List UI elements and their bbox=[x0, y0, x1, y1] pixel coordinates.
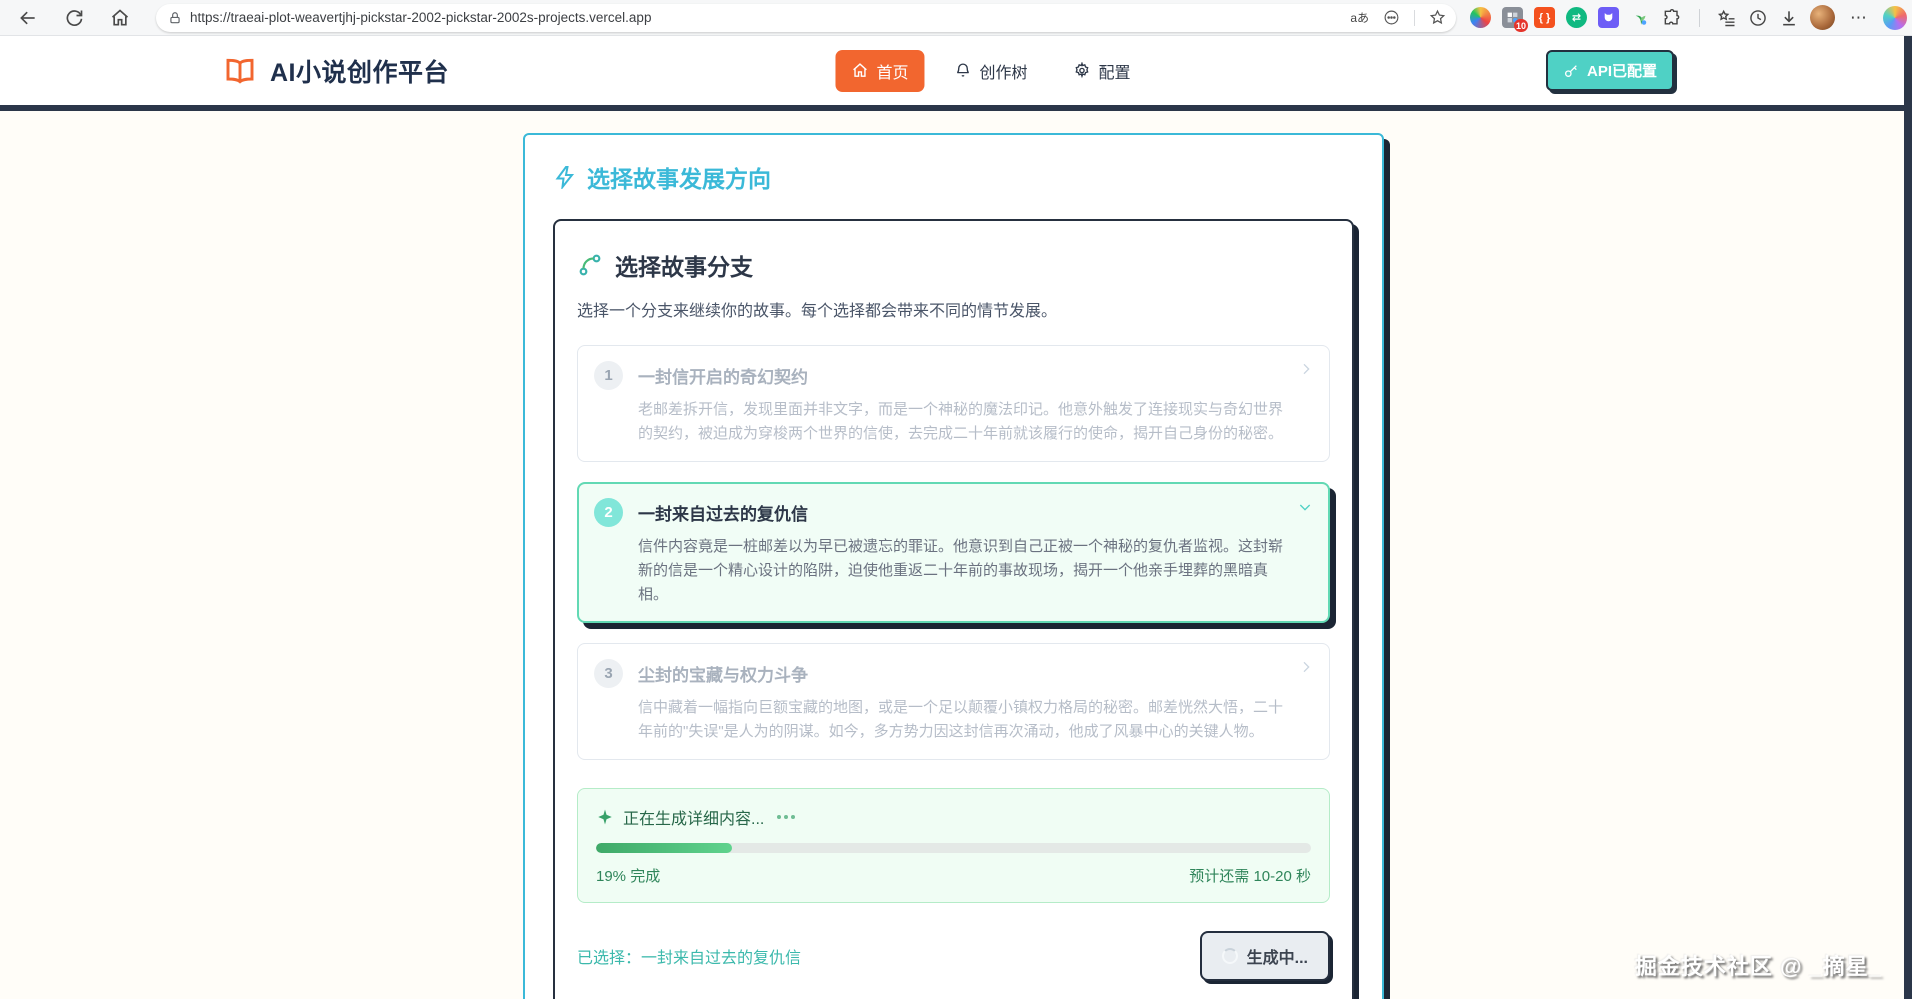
card-footer: 已选择：一封来自过去的复仇信 生成中... bbox=[577, 931, 1330, 981]
chevron-right-icon bbox=[1298, 659, 1314, 675]
loading-dots bbox=[777, 815, 796, 819]
generation-progress-box: 正在生成详细内容... 19% 完成 预计还需 10-20 秒 bbox=[577, 788, 1330, 903]
progress-status: 正在生成详细内容... bbox=[596, 805, 1311, 829]
extension-sync-icon[interactable]: ⇄ bbox=[1566, 7, 1587, 28]
copilot-icon[interactable] bbox=[1883, 5, 1907, 30]
progress-status-text: 正在生成详细内容... bbox=[623, 811, 765, 828]
extension-cat-icon[interactable] bbox=[1598, 7, 1619, 28]
spinner-icon bbox=[1221, 948, 1238, 964]
branch-selection-card: 选择故事分支 选择一个分支来继续你的故事。每个选择都会带来不同的情节发展。 1 … bbox=[553, 219, 1354, 999]
gear-icon bbox=[1075, 62, 1089, 79]
profile-avatar[interactable] bbox=[1810, 5, 1835, 30]
app-header: AI小说创作平台 首页 创作树 配置 API已配置 bbox=[0, 36, 1912, 105]
progress-bar-track bbox=[596, 843, 1311, 853]
story-direction-panel: 选择故事发展方向 选择故事分支 选择一个分支来继续你的故事。每个选择都会带来不同… bbox=[523, 133, 1384, 999]
option-number: 3 bbox=[594, 659, 623, 688]
section-title: 选择故事发展方向 bbox=[553, 161, 1354, 193]
extension-braces-icon[interactable]: { } bbox=[1534, 7, 1555, 28]
main-nav: 首页 创作树 配置 bbox=[835, 49, 1147, 92]
options-list: 1 一封信开启的奇幻契约 老邮差拆开信，发现里面并非文字，而是一个神秘的魔法印记… bbox=[577, 345, 1330, 760]
selected-branch-label: 已选择：一封来自过去的复仇信 bbox=[577, 950, 802, 967]
card-description: 选择一个分支来继续你的故事。每个选择都会带来不同的情节发展。 bbox=[577, 303, 1058, 320]
branch-option-1[interactable]: 1 一封信开启的奇幻契约 老邮差拆开信，发现里面并非文字，而是一个神秘的魔法印记… bbox=[577, 345, 1330, 462]
generating-button-label: 生成中... bbox=[1246, 950, 1308, 967]
chevron-down-icon bbox=[1297, 499, 1313, 515]
api-configured-button[interactable]: API已配置 bbox=[1545, 50, 1674, 91]
page-scroll-strip[interactable] bbox=[1904, 36, 1912, 999]
progress-bar-fill bbox=[596, 843, 732, 853]
nav-creation-tree[interactable]: 创作树 bbox=[938, 50, 1043, 92]
more-tools-icon[interactable] bbox=[1383, 9, 1400, 26]
lock-icon bbox=[168, 11, 182, 25]
card-title: 选择故事分支 bbox=[577, 249, 1330, 281]
branch-option-3[interactable]: 3 尘封的宝藏与权力斗争 信中藏着一幅指向巨额宝藏的地图，或是一个足以颠覆小镇权… bbox=[577, 643, 1330, 760]
progress-percent-label: 19% 完成 bbox=[596, 868, 661, 885]
divider bbox=[1414, 9, 1415, 26]
translate-icon[interactable]: aあ bbox=[1350, 9, 1369, 26]
back-icon[interactable] bbox=[18, 8, 38, 28]
section-title-text: 选择故事发展方向 bbox=[587, 166, 771, 192]
api-button-label: API已配置 bbox=[1586, 63, 1657, 80]
collections-icon[interactable] bbox=[1717, 8, 1737, 28]
downloads-icon[interactable] bbox=[1779, 8, 1799, 28]
nav-creation-tree-label: 创作树 bbox=[979, 64, 1028, 82]
chevron-right-icon bbox=[1298, 361, 1314, 377]
nav-home[interactable]: 首页 bbox=[835, 49, 925, 92]
browser-toolbar: https://traeai-plot-weavertjhj-pickstar-… bbox=[0, 0, 1912, 36]
lightning-icon bbox=[555, 166, 575, 189]
sparkle-icon bbox=[598, 809, 612, 825]
extension-badge: 10 bbox=[1513, 19, 1528, 32]
url-text[interactable]: https://traeai-plot-weavertjhj-pickstar-… bbox=[190, 10, 1350, 25]
nav-home-label: 首页 bbox=[876, 64, 909, 82]
option-description: 老邮差拆开信，发现里面并非文字，而是一个神秘的魔法印记。他意外触发了连接现实与奇… bbox=[638, 401, 1284, 442]
extension-plant-icon[interactable] bbox=[1630, 7, 1651, 28]
option-number: 1 bbox=[594, 361, 623, 390]
page-content: 选择故事发展方向 选择故事分支 选择一个分支来继续你的故事。每个选择都会带来不同… bbox=[0, 111, 1912, 999]
nav-settings[interactable]: 配置 bbox=[1058, 50, 1147, 92]
key-icon bbox=[1564, 64, 1577, 77]
bell-icon bbox=[956, 63, 970, 77]
divider bbox=[1699, 8, 1700, 27]
watermark: 掘金技术社区 @ _摘星_ bbox=[1634, 954, 1882, 979]
option-description: 信件内容竟是一桩邮差以为早已被遗忘的罪证。他意识到自己正被一个神秘的复仇者监视。… bbox=[638, 538, 1284, 603]
favorite-star-icon[interactable] bbox=[1429, 9, 1446, 26]
extensions-row: 10 { } ⇄ ⋯ bbox=[1470, 5, 1907, 32]
address-bar[interactable]: https://traeai-plot-weavertjhj-pickstar-… bbox=[156, 3, 1456, 32]
card-title-text: 选择故事分支 bbox=[615, 254, 753, 280]
extension-colorwheel-icon[interactable] bbox=[1470, 7, 1491, 28]
home-icon bbox=[853, 63, 867, 77]
generating-button[interactable]: 生成中... bbox=[1199, 931, 1330, 981]
option-description: 信中藏着一幅指向巨额宝藏的地图，或是一个足以颠覆小镇权力格局的秘密。邮差恍然大悟… bbox=[638, 699, 1284, 740]
branch-icon bbox=[579, 254, 601, 276]
option-title: 一封信开启的奇幻契约 bbox=[638, 368, 808, 387]
option-title: 尘封的宝藏与权力斗争 bbox=[638, 666, 808, 685]
app-title: AI小说创作平台 bbox=[270, 58, 450, 87]
refresh-icon[interactable] bbox=[64, 8, 84, 28]
nav-settings-label: 配置 bbox=[1098, 64, 1131, 82]
browser-menu-icon[interactable]: ⋯ bbox=[1850, 8, 1868, 28]
extension-tiles-icon[interactable]: 10 bbox=[1502, 7, 1528, 32]
extensions-puzzle-icon[interactable] bbox=[1662, 8, 1682, 28]
option-title: 一封来自过去的复仇信 bbox=[638, 505, 808, 524]
book-icon bbox=[226, 58, 254, 84]
app-logo[interactable]: AI小说创作平台 bbox=[222, 53, 449, 89]
progress-eta-label: 预计还需 10-20 秒 bbox=[1189, 868, 1311, 885]
option-number: 2 bbox=[594, 498, 623, 527]
home-icon[interactable] bbox=[110, 8, 130, 28]
branch-option-2-selected[interactable]: 2 一封来自过去的复仇信 信件内容竟是一桩邮差以为早已被遗忘的罪证。他意识到自己… bbox=[577, 482, 1330, 623]
history-icon[interactable] bbox=[1748, 8, 1768, 28]
